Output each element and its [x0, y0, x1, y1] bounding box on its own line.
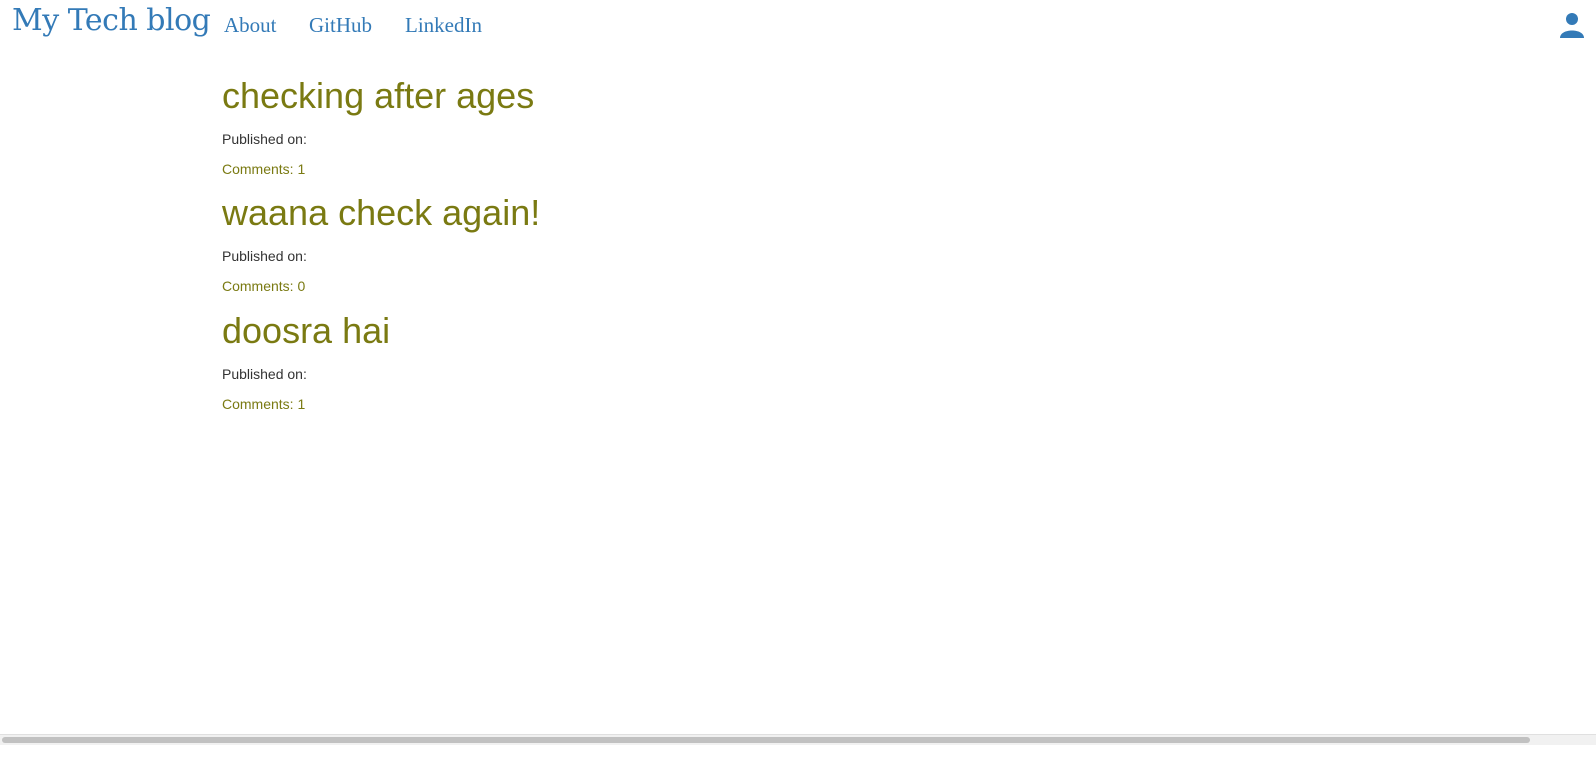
horizontal-scrollbar[interactable] — [0, 734, 1596, 745]
user-icon-glyph — [1560, 13, 1584, 38]
nav-about-link[interactable]: About — [224, 13, 277, 38]
published-on-label: Published on: — [222, 131, 307, 147]
comments-link[interactable]: Comments: 1 — [222, 160, 534, 178]
scrollbar-thumb[interactable] — [2, 737, 1530, 743]
post-title-link[interactable]: waana check again! — [222, 193, 540, 233]
comments-link[interactable]: Comments: 0 — [222, 277, 540, 295]
post-item: checking after ages Published on: Commen… — [222, 76, 534, 178]
brand-link[interactable]: My Tech blog — [12, 3, 211, 38]
published-on-label: Published on: — [222, 248, 307, 264]
post-title-link[interactable]: doosra hai — [222, 311, 390, 351]
top-navbar: My Tech blog About GitHub LinkedIn — [0, 0, 1596, 50]
nav-github-link[interactable]: GitHub — [309, 13, 372, 38]
post-item: waana check again! Published on: Comment… — [222, 193, 540, 295]
nav-linkedin-link[interactable]: LinkedIn — [405, 13, 482, 38]
user-icon[interactable] — [1558, 12, 1596, 38]
published-on-label: Published on: — [222, 366, 307, 382]
post-title-link[interactable]: checking after ages — [222, 76, 534, 116]
post-item: doosra hai Published on: Comments: 1 — [222, 311, 390, 413]
comments-link[interactable]: Comments: 1 — [222, 395, 390, 413]
